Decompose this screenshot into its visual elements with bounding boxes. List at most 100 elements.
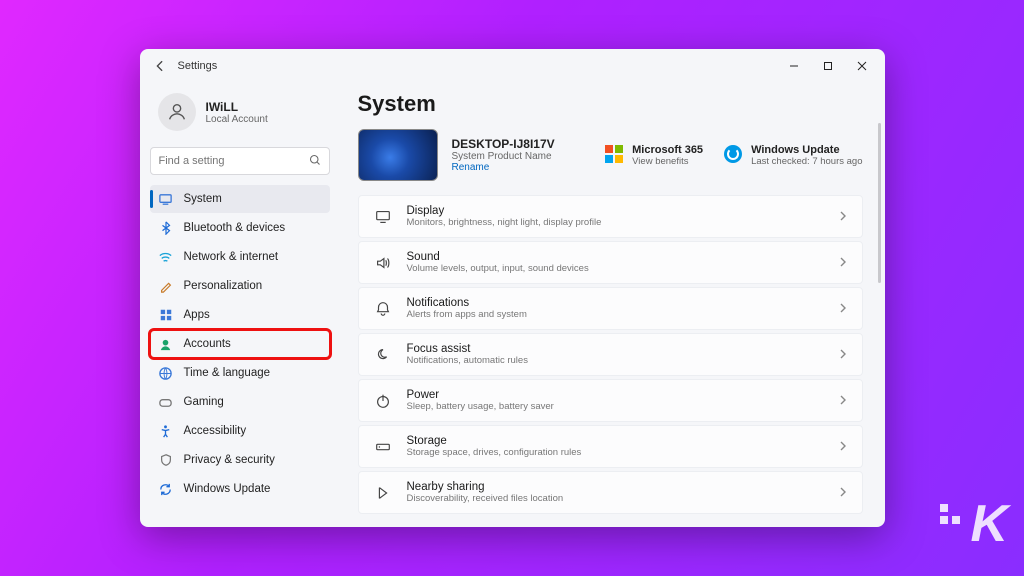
m365-icon: [604, 144, 624, 164]
sidebar-item-network[interactable]: Network & internet: [150, 243, 330, 271]
sidebar-item-label: Windows Update: [184, 483, 271, 495]
sidebar-item-label: System: [184, 193, 222, 205]
device-product: System Product Name: [452, 151, 555, 162]
avatar-icon: [158, 93, 196, 131]
timelang-icon: [158, 365, 174, 381]
settings-item-subtitle: Notifications, automatic rules: [407, 355, 528, 366]
sidebar-item-gaming[interactable]: Gaming: [150, 388, 330, 416]
m365-title: Microsoft 365: [632, 144, 703, 156]
sidebar-item-label: Bluetooth & devices: [184, 222, 286, 234]
apps-icon: [158, 307, 174, 323]
chevron-right-icon: [838, 348, 848, 362]
settings-item-subtitle: Monitors, brightness, night light, displ…: [407, 217, 602, 228]
settings-list: DisplayMonitors, brightness, night light…: [358, 195, 863, 514]
sidebar-item-winupdate[interactable]: Windows Update: [150, 475, 330, 503]
sidebar-item-label: Accounts: [184, 338, 231, 350]
sidebar-item-label: Gaming: [184, 396, 224, 408]
sidebar-item-system[interactable]: System: [150, 185, 330, 213]
settings-item-subtitle: Sleep, battery usage, battery saver: [407, 401, 554, 412]
focus-icon: [373, 345, 393, 365]
watermark: K: [970, 494, 1006, 554]
chevron-right-icon: [838, 210, 848, 224]
main-panel: System DESKTOP-IJ8I17V System Product Na…: [340, 83, 885, 527]
sidebar-item-apps[interactable]: Apps: [150, 301, 330, 329]
chevron-right-icon: [838, 302, 848, 316]
settings-window: Settings IWiLL Local Account: [140, 49, 885, 527]
search-input[interactable]: [159, 155, 303, 167]
minimize-button[interactable]: [777, 51, 811, 81]
settings-item-storage[interactable]: StorageStorage space, drives, configurat…: [358, 425, 863, 468]
titlebar: Settings: [140, 49, 885, 83]
account-header[interactable]: IWiLL Local Account: [150, 87, 330, 141]
sidebar-item-label: Network & internet: [184, 251, 279, 263]
settings-item-title: Notifications: [407, 297, 527, 309]
settings-item-title: Power: [407, 389, 554, 401]
chevron-right-icon: [838, 440, 848, 454]
sidebar: IWiLL Local Account System Bluetooth & de…: [140, 83, 340, 527]
sidebar-item-label: Time & language: [184, 367, 271, 379]
search-icon: [309, 154, 321, 169]
sidebar-item-label: Privacy & security: [184, 454, 275, 466]
windows-update-icon: [723, 144, 743, 164]
settings-item-subtitle: Storage space, drives, configuration rul…: [407, 447, 582, 458]
sidebar-item-label: Apps: [184, 309, 210, 321]
settings-item-power[interactable]: PowerSleep, battery usage, battery saver: [358, 379, 863, 422]
personalization-icon: [158, 278, 174, 294]
sidebar-item-accounts[interactable]: Accounts: [150, 330, 330, 358]
sidebar-item-timelang[interactable]: Time & language: [150, 359, 330, 387]
settings-item-notif[interactable]: NotificationsAlerts from apps and system: [358, 287, 863, 330]
scrollbar[interactable]: [878, 123, 881, 283]
account-type: Local Account: [206, 114, 268, 125]
power-icon: [373, 391, 393, 411]
settings-item-subtitle: Discoverability, received files location: [407, 493, 564, 504]
sidebar-item-privacy[interactable]: Privacy & security: [150, 446, 330, 474]
nav-list: System Bluetooth & devices Network & inter…: [150, 185, 330, 503]
account-name: IWiLL: [206, 100, 268, 114]
system-icon: [158, 191, 174, 207]
settings-item-sound[interactable]: SoundVolume levels, output, input, sound…: [358, 241, 863, 284]
settings-item-nearby[interactable]: Nearby sharingDiscoverability, received …: [358, 471, 863, 514]
search-field[interactable]: [150, 147, 330, 175]
settings-item-title: Sound: [407, 251, 589, 263]
system-info-row: DESKTOP-IJ8I17V System Product Name Rena…: [358, 129, 863, 181]
sound-icon: [373, 253, 393, 273]
sidebar-item-label: Accessibility: [184, 425, 247, 437]
wu-sub: Last checked: 7 hours ago: [751, 156, 862, 167]
settings-item-subtitle: Alerts from apps and system: [407, 309, 527, 320]
m365-sub: View benefits: [632, 156, 703, 167]
settings-item-title: Storage: [407, 435, 582, 447]
close-button[interactable]: [845, 51, 879, 81]
rename-link[interactable]: Rename: [452, 162, 555, 173]
privacy-icon: [158, 452, 174, 468]
sidebar-item-personalization[interactable]: Personalization: [150, 272, 330, 300]
winupdate-icon: [158, 481, 174, 497]
device-name: DESKTOP-IJ8I17V: [452, 137, 555, 151]
accessibility-icon: [158, 423, 174, 439]
notif-icon: [373, 299, 393, 319]
settings-item-title: Display: [407, 205, 602, 217]
network-icon: [158, 249, 174, 265]
settings-item-title: Focus assist: [407, 343, 528, 355]
gaming-icon: [158, 394, 174, 410]
nearby-icon: [373, 483, 393, 503]
settings-item-display[interactable]: DisplayMonitors, brightness, night light…: [358, 195, 863, 238]
settings-item-focus[interactable]: Focus assistNotifications, automatic rul…: [358, 333, 863, 376]
settings-item-title: Nearby sharing: [407, 481, 564, 493]
window-title: Settings: [178, 60, 218, 72]
chevron-right-icon: [838, 256, 848, 270]
page-heading: System: [358, 91, 863, 117]
chevron-right-icon: [838, 394, 848, 408]
sidebar-item-accessibility[interactable]: Accessibility: [150, 417, 330, 445]
sidebar-item-bluetooth[interactable]: Bluetooth & devices: [150, 214, 330, 242]
accounts-icon: [158, 336, 174, 352]
maximize-button[interactable]: [811, 51, 845, 81]
bluetooth-icon: [158, 220, 174, 236]
chevron-right-icon: [838, 486, 848, 500]
m365-badge[interactable]: Microsoft 365 View benefits: [604, 144, 703, 167]
back-button[interactable]: [152, 58, 168, 74]
windows-update-badge[interactable]: Windows Update Last checked: 7 hours ago: [723, 144, 862, 167]
sidebar-item-label: Personalization: [184, 280, 263, 292]
display-icon: [373, 207, 393, 227]
window-controls: [777, 51, 879, 81]
wu-title: Windows Update: [751, 144, 862, 156]
